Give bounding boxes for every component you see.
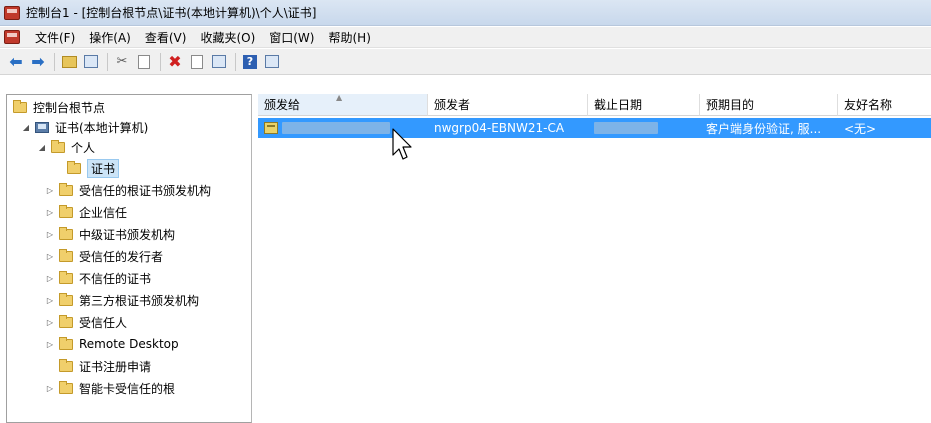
expand-arrow-icon[interactable]: ▷ bbox=[45, 383, 55, 393]
column-header-friendly-name[interactable]: 友好名称 bbox=[838, 94, 931, 116]
tree-item-store[interactable]: ▷ 受信任人 bbox=[45, 312, 127, 332]
folder-icon bbox=[59, 336, 73, 350]
expand-arrow-icon[interactable]: ▷ bbox=[45, 229, 55, 239]
mmc-app-icon bbox=[4, 5, 20, 20]
properties-icon[interactable] bbox=[187, 52, 207, 72]
tree-item-store[interactable]: ▷ 不信任的证书 bbox=[45, 268, 151, 288]
title-bar: 控制台1 - [控制台根节点\证书(本地计算机)\个人\证书] bbox=[0, 0, 931, 26]
tree-item-root[interactable]: 控制台根节点 bbox=[13, 97, 105, 117]
folder-icon bbox=[51, 139, 65, 153]
console-icon[interactable] bbox=[262, 52, 282, 72]
tree-item-store[interactable]: ▷ Remote Desktop bbox=[45, 334, 179, 354]
folder-icon bbox=[59, 292, 73, 306]
cell-issued-by[interactable]: nwgrp04-EBNW21-CA bbox=[434, 118, 584, 138]
tree-item-store[interactable]: ▷ 中级证书颁发机构 bbox=[45, 224, 175, 244]
toolbar-separator bbox=[160, 52, 161, 71]
certificate-list: ▲ 颁发给 颁发者 截止日期 预期目的 友好名称 nwgrp04-EBNW21-… bbox=[258, 93, 931, 423]
window-title: 控制台1 - [控制台根节点\证书(本地计算机)\个人\证书] bbox=[26, 6, 317, 20]
menu-file[interactable]: 文件(F) bbox=[28, 29, 82, 46]
toolbar-separator bbox=[107, 52, 108, 71]
menu-favorites[interactable]: 收藏夹(O) bbox=[193, 29, 262, 46]
help-icon[interactable]: ? bbox=[240, 52, 260, 72]
forward-icon[interactable]: ➡ bbox=[28, 52, 48, 72]
folder-icon bbox=[59, 358, 73, 372]
column-header-purposes[interactable]: 预期目的 bbox=[700, 94, 838, 116]
tree-item-certificates[interactable]: 证书 bbox=[67, 158, 120, 178]
folder-icon bbox=[59, 182, 73, 196]
expand-arrow-icon[interactable]: ▷ bbox=[45, 339, 55, 349]
expand-arrow-icon[interactable]: ▷ bbox=[45, 317, 55, 327]
expand-arrow-icon[interactable]: ▷ bbox=[45, 273, 55, 283]
redacted-text bbox=[282, 122, 390, 134]
mmc-menu-icon[interactable] bbox=[4, 30, 20, 44]
column-header-expiration[interactable]: 截止日期 bbox=[588, 94, 700, 116]
collapse-arrow-icon[interactable]: ◢ bbox=[21, 122, 31, 132]
toolbar-separator bbox=[54, 52, 55, 71]
tree-item-store[interactable]: ▷ 第三方根证书颁发机构 bbox=[45, 290, 199, 310]
tree-item-store[interactable]: ▷ 受信任的发行者 bbox=[45, 246, 163, 266]
redacted-text bbox=[594, 122, 658, 134]
toolbar-separator bbox=[235, 52, 236, 71]
folder-icon bbox=[59, 314, 73, 328]
tree-item-store[interactable]: ▷ 受信任的根证书颁发机构 bbox=[45, 180, 211, 200]
tree-item-computer[interactable]: ◢ 证书(本地计算机) bbox=[21, 117, 148, 137]
mouse-cursor-icon bbox=[392, 128, 412, 160]
menu-window[interactable]: 窗口(W) bbox=[262, 29, 321, 46]
tree-item-store[interactable]: ▷ 智能卡受信任的根 bbox=[45, 378, 175, 398]
expand-arrow-icon[interactable]: ▷ bbox=[45, 207, 55, 217]
folder-icon bbox=[59, 204, 73, 218]
tree-item-store[interactable]: 证书注册申请 bbox=[59, 356, 151, 376]
sort-ascending-icon: ▲ bbox=[336, 93, 343, 102]
copy-icon[interactable] bbox=[134, 52, 154, 72]
show-tree-icon[interactable] bbox=[81, 52, 101, 72]
folder-icon bbox=[59, 248, 73, 262]
cell-friendly-name[interactable]: <无> bbox=[844, 118, 929, 138]
collapse-arrow-icon[interactable]: ◢ bbox=[37, 142, 47, 152]
delete-icon[interactable]: ✖ bbox=[165, 52, 185, 72]
column-header-issued-by[interactable]: 颁发者 bbox=[428, 94, 588, 116]
folder-icon bbox=[13, 99, 27, 113]
computer-icon bbox=[35, 121, 49, 133]
toolbar: ⬅ ➡ ✂ ✖ ? bbox=[0, 49, 931, 75]
cut-icon[interactable]: ✂ bbox=[112, 52, 132, 72]
export-icon[interactable] bbox=[209, 52, 229, 72]
certificate-icon bbox=[264, 122, 278, 134]
expand-arrow-icon[interactable]: ▷ bbox=[45, 295, 55, 305]
menu-action[interactable]: 操作(A) bbox=[82, 29, 138, 46]
console-tree: 控制台根节点 ◢ 证书(本地计算机) ◢ 个人 证书 ▷ 受信任的根证书颁发机构… bbox=[6, 94, 252, 423]
cell-purposes[interactable]: 客户端身份验证, 服... bbox=[706, 118, 836, 138]
column-header-issued-to[interactable]: ▲ 颁发给 bbox=[258, 93, 428, 116]
back-icon[interactable]: ⬅ bbox=[6, 52, 26, 72]
folder-icon bbox=[59, 226, 73, 240]
up-folder-icon[interactable] bbox=[59, 52, 79, 72]
folder-icon bbox=[59, 380, 73, 394]
menu-view[interactable]: 查看(V) bbox=[138, 29, 194, 46]
tree-item-store[interactable]: ▷ 企业信任 bbox=[45, 202, 127, 222]
tree-item-personal[interactable]: ◢ 个人 bbox=[37, 137, 95, 157]
folder-icon bbox=[67, 160, 81, 174]
cell-expiration[interactable] bbox=[594, 118, 694, 138]
expand-arrow-icon[interactable]: ▷ bbox=[45, 251, 55, 261]
expand-arrow-icon[interactable]: ▷ bbox=[45, 185, 55, 195]
menu-help[interactable]: 帮助(H) bbox=[321, 29, 377, 46]
menu-bar: 文件(F) 操作(A) 查看(V) 收藏夹(O) 窗口(W) 帮助(H) bbox=[0, 27, 931, 48]
folder-icon bbox=[59, 270, 73, 284]
